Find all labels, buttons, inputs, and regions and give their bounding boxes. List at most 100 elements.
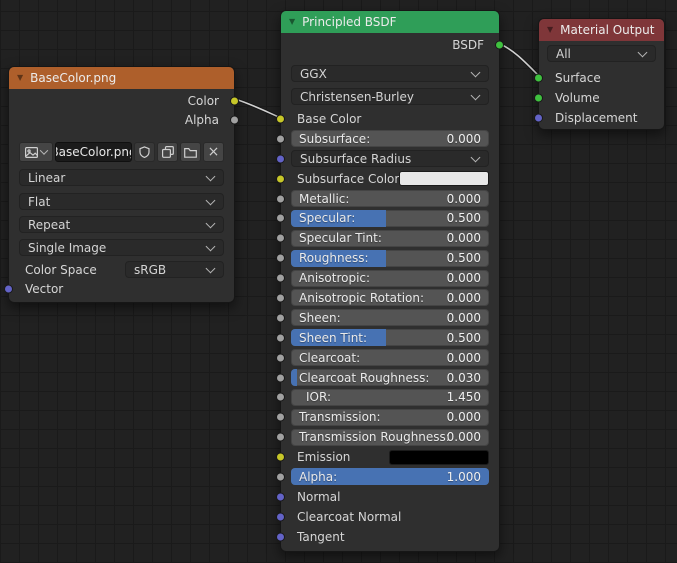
socket-bsdf-output[interactable] [495,40,504,49]
socket-alpha-output[interactable] [230,115,239,124]
output-label-color: Color [188,94,219,108]
collapse-icon[interactable]: ▼ [547,26,553,34]
socket-clearcoat-normal[interactable] [276,512,285,521]
socket-specular[interactable] [276,214,285,223]
node-image-texture[interactable]: ▼ BaseColor.png Color Alpha BaseColor.pn… [8,66,235,303]
socket-specular-tint[interactable] [276,234,285,243]
shield-icon [139,146,150,158]
number-field-ior[interactable]: IOR: 1.450 [291,389,489,406]
collapse-icon[interactable]: ▼ [17,74,23,82]
slider-sheen[interactable]: Sheen: 0.000 [291,309,489,326]
image-texture-header[interactable]: ▼ BaseColor.png [9,67,234,89]
input-row-ior: IOR: 1.450 [281,387,499,407]
socket-sheen[interactable] [276,313,285,322]
output-row-color: Color [9,91,234,110]
socket-sheen-tint[interactable] [276,333,285,342]
chevron-down-icon [206,263,216,273]
socket-surface[interactable] [534,74,543,83]
chevron-down-icon [638,47,648,57]
copy-icon [162,146,174,158]
color-space-dropdown[interactable]: sRGB [125,261,224,278]
material-output-header[interactable]: ▼ Material Output [539,19,664,41]
open-image-button[interactable] [180,142,201,162]
input-row-transmission: Transmission: 0.000 [281,407,499,427]
source-dropdown[interactable]: Single Image [19,239,224,256]
input-row-normal: Normal [281,487,499,507]
socket-tangent[interactable] [276,532,285,541]
output-row-alpha: Alpha [9,110,234,129]
input-row-sheen-tint: Sheen Tint: 0.500 [281,328,499,348]
image-browse-menu[interactable] [19,142,53,162]
socket-normal[interactable] [276,492,285,501]
slider-clearcoat[interactable]: Clearcoat: 0.000 [291,349,489,366]
interpolation-dropdown[interactable]: Linear [19,169,224,186]
slider-metallic[interactable]: Metallic: 0.000 [291,190,489,207]
node-material-output[interactable]: ▼ Material Output All Surface Volume Dis… [538,18,665,130]
image-name-field[interactable]: BaseColor.png [55,142,132,162]
duplicate-image-button[interactable] [157,142,178,162]
slider-anisotropic[interactable]: Anisotropic: 0.000 [291,270,489,287]
socket-color-output[interactable] [230,96,239,105]
input-row-emission: Emission [281,447,499,467]
socket-anisotropic-rotation[interactable] [276,293,285,302]
input-row-clearcoat-roughness: Clearcoat Roughness: 0.030 [281,368,499,388]
chevron-down-icon [206,171,216,181]
input-row-base-color: Base Color [281,109,499,129]
input-row-clearcoat: Clearcoat: 0.000 [281,348,499,368]
socket-subsurface-radius[interactable] [276,154,285,163]
projection-dropdown[interactable]: Flat [19,193,224,210]
socket-subsurface[interactable] [276,134,285,143]
fake-user-button[interactable] [134,142,155,162]
input-row-transmission-roughness: Transmission Roughness: 0.000 [281,427,499,447]
extension-dropdown[interactable]: Repeat [19,216,224,233]
subsurface-radius-dropdown[interactable]: Subsurface Radius [291,150,489,167]
slider-clearcoat-roughness[interactable]: Clearcoat Roughness: 0.030 [291,369,489,386]
slider-subsurface[interactable]: Subsurface: 0.000 [291,130,489,147]
slider-roughness[interactable]: Roughness: 0.500 [291,250,489,267]
socket-anisotropic[interactable] [276,274,285,283]
image-datablock-row: BaseColor.png × [19,142,224,162]
output-row-bsdf: BSDF [281,35,499,54]
slider-transmission[interactable]: Transmission: 0.000 [291,409,489,426]
distribution-dropdown[interactable]: GGX [291,65,489,82]
socket-vector-input[interactable] [4,285,13,294]
socket-transmission-roughness[interactable] [276,433,285,442]
node-editor-canvas[interactable]: ▼ BaseColor.png Color Alpha BaseColor.pn… [0,0,677,563]
slider-specular-tint[interactable]: Specular Tint: 0.000 [291,230,489,247]
input-row-vector: Vector [9,281,234,297]
principled-header[interactable]: ▼ Principled BSDF [281,11,499,33]
node-principled-bsdf[interactable]: ▼ Principled BSDF BSDF GGX Christensen-B… [280,10,500,552]
input-row-anisotropic: Anisotropic: 0.000 [281,268,499,288]
input-row-clearcoat-normal: Clearcoat Normal [281,507,499,527]
socket-transmission[interactable] [276,413,285,422]
socket-base-color[interactable] [276,114,285,123]
slider-sheen-tint[interactable]: Sheen Tint: 0.500 [291,329,489,346]
socket-subsurface-color[interactable] [276,174,285,183]
slider-specular[interactable]: Specular: 0.500 [291,210,489,227]
socket-emission[interactable] [276,453,285,462]
socket-metallic[interactable] [276,194,285,203]
socket-volume[interactable] [534,94,543,103]
slider-alpha[interactable]: Alpha: 1.000 [291,468,489,485]
emission-color-swatch[interactable] [389,450,489,465]
subsurface-method-dropdown[interactable]: Christensen-Burley [291,88,489,105]
input-row-alpha: Alpha: 1.000 [281,467,499,487]
slider-transmission-roughness[interactable]: Transmission Roughness: 0.000 [291,429,489,446]
image-icon [25,147,38,158]
target-dropdown[interactable]: All [547,45,656,62]
socket-alpha[interactable] [276,472,285,481]
color-space-label: Color Space [9,263,97,277]
unlink-image-button[interactable]: × [203,142,224,162]
chevron-down-icon [471,67,481,77]
socket-clearcoat[interactable] [276,353,285,362]
collapse-icon[interactable]: ▼ [289,18,295,26]
node-title: Material Output [560,23,654,37]
socket-roughness[interactable] [276,254,285,263]
socket-displacement[interactable] [534,114,543,123]
input-row-sheen: Sheen: 0.000 [281,308,499,328]
subsurface-color-swatch[interactable] [399,171,489,186]
input-row-specular: Specular: 0.500 [281,208,499,228]
slider-anisotropic-rotation[interactable]: Anisotropic Rotation: 0.000 [291,289,489,306]
socket-clearcoat-roughness[interactable] [276,373,285,382]
socket-ior[interactable] [276,393,285,402]
